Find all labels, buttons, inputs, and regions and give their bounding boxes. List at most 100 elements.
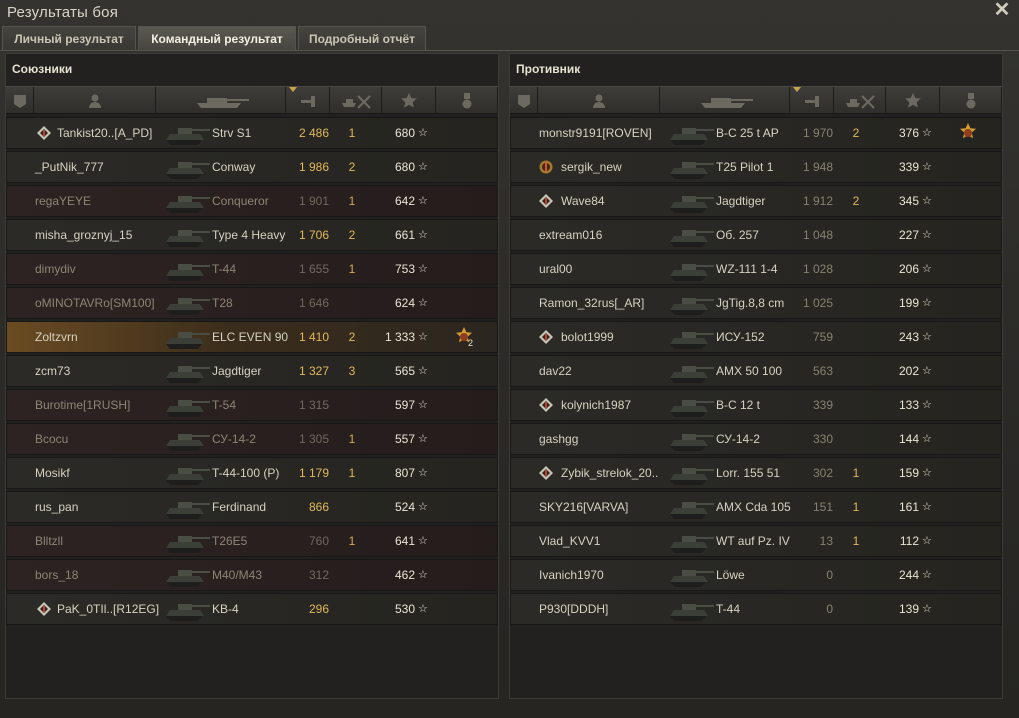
vehicle-name: СУ-14-2 [212,432,256,446]
player-row[interactable]: _PutNik_777 Conway 1 986 2 680 ☆ [6,151,498,183]
medal-column-header[interactable] [940,87,1002,114]
xp-value: 624 [394,296,415,310]
xp-value: 565 [394,364,415,378]
vehicle-name: СУ-14-2 [716,432,760,446]
tank-thumbnail-icon [666,220,716,250]
player-row[interactable]: dav22 AMX 50 100 563 202 ☆ [510,355,1002,387]
vehicle-name: Lorr. 155 51 [716,466,781,480]
player-row[interactable]: Wave84 Jagdtiger 1 912 2 345 ☆ [510,185,1002,217]
xp-star-column-header[interactable] [886,87,940,114]
platoon-badge-icon [37,126,51,140]
player-row[interactable]: Mosikf T-44-100 (P) 1 179 1 807 ☆ [6,457,498,489]
player-name: Bcocu [35,432,69,446]
player-row[interactable]: Zybik_strelok_20.. Lorr. 155 51 302 1 159 ☆ [510,457,1002,489]
vehicle-name: T-44 [716,602,741,616]
player-row[interactable]: P930[DDDH] T-44 0 139 ☆ [510,593,1002,625]
vehicle-name: JgTig.8,8 cm [716,296,785,310]
tab-team-result[interactable]: Командный результат [138,26,296,50]
tank-thumbnail-icon [162,594,212,624]
medal-column-header[interactable] [436,87,498,114]
player-row[interactable]: Vlad_KVV1 WT auf Pz. IV 13 1 112 ☆ [510,525,1002,557]
player-row[interactable]: ural00 WZ-111 1-4 1 028 206 ☆ [510,253,1002,285]
xp-value: 243 [898,330,919,344]
player-row[interactable]: Bcocu СУ-14-2 1 305 1 557 ☆ [6,423,498,455]
player-name: sergik_new [561,160,622,174]
player-row[interactable]: bolot1999 ИСУ-152 759 243 ☆ [510,321,1002,353]
tab-detailed-report[interactable]: Подробный отчёт [298,26,426,50]
player-row[interactable]: gashgg СУ-14-2 330 144 ☆ [510,423,1002,455]
kills-value: 2 [348,160,356,174]
xp-star-icon: ☆ [418,603,428,615]
player-row[interactable]: monstr9191[ROVEN] B-C 25 t AP 1 970 2 376 ☆ [510,117,1002,149]
damage-column-header[interactable] [790,87,834,114]
xp-value: 642 [394,194,415,208]
vehicle-name: T26E5 [212,534,248,548]
platoon-column-header[interactable] [6,87,34,114]
tank-thumbnail-icon [162,356,212,386]
damage-value: 1 948 [802,160,833,174]
kills-value: 1 [348,432,356,446]
player-column-header[interactable] [34,87,156,114]
kills-column-header[interactable] [330,87,382,114]
kills-column-header[interactable] [834,87,886,114]
platoon-column-header[interactable] [510,87,538,114]
xp-star-icon: ☆ [418,365,428,377]
xp-star-icon: ☆ [418,467,428,479]
kills-value: 1 [348,534,356,548]
tank-thumbnail-icon [162,492,212,522]
player-name: P930[DDDH] [539,602,609,616]
player-row[interactable]: oMINOTAVRo[SM100] T28 1 646 624 ☆ [6,287,498,319]
player-row[interactable]: regaYEYE Conqueror 1 901 1 642 ☆ [6,185,498,217]
xp-value: 161 [898,500,919,514]
player-row[interactable]: SKY216[VARVA] AMX Cda 105 151 1 161 ☆ [510,491,1002,523]
player-row[interactable]: Blltzll T26E5 760 1 641 ☆ [6,525,498,557]
platoon-badge-icon [539,466,553,480]
tab-personal-result[interactable]: Личный результат [2,26,136,50]
damage-icon [299,92,317,110]
damage-value: 1 970 [802,126,833,140]
player-row[interactable]: sergik_new T25 Pilot 1 1 948 339 ☆ [510,151,1002,183]
xp-star-icon: ☆ [418,263,428,275]
medal-icon[interactable] [957,118,983,148]
player-row[interactable]: Zoltzvrn ELC EVEN 90 1 410 2 1 333 ☆ 2 [6,321,498,353]
player-name: Wave84 [561,194,605,208]
xp-star-icon: ☆ [418,127,428,139]
xp-value: 159 [898,466,919,480]
tank-column-header[interactable] [156,87,286,114]
player-row[interactable]: PaK_0TIl..[R12EG] KB-4 296 530 ☆ [6,593,498,625]
damage-column-header[interactable] [286,87,330,114]
tank-column-header[interactable] [660,87,790,114]
vehicle-name: T-54 [212,398,237,412]
vehicle-name: Löwe [716,568,745,582]
platoon-badge-icon [539,330,553,344]
tank-thumbnail-icon [162,220,212,250]
player-row[interactable]: misha_groznyj_15 Type 4 Heavy 1 706 2 661 ☆ [6,219,498,251]
player-row[interactable]: bors_18 M40/M43 312 462 ☆ [6,559,498,591]
close-icon[interactable]: ✕ [993,0,1011,20]
player-row[interactable]: dimydiv T-44 1 655 1 753 ☆ [6,253,498,285]
player-row[interactable]: kolynich1987 B-C 12 t 339 133 ☆ [510,389,1002,421]
medal-icon[interactable]: 2 [453,322,479,352]
player-row[interactable]: Ivanich1970 Löwe 0 244 ☆ [510,559,1002,591]
xp-value: 112 [899,534,919,548]
player-row[interactable]: Tankist20..[A_PD] Strv S1 2 486 1 680 ☆ [6,117,498,149]
xp-value: 144 [898,432,919,446]
tank-thumbnail-icon [162,152,212,182]
xp-star-column-header[interactable] [382,87,436,114]
xp-star-icon: ☆ [922,161,932,173]
vehicle-name: WT auf Pz. IV [716,534,790,548]
player-row[interactable]: extream016 Об. 257 1 048 227 ☆ [510,219,1002,251]
player-column-header[interactable] [538,87,660,114]
xp-star-icon: ☆ [922,501,932,513]
sort-indicator [793,87,801,92]
player-row[interactable]: Burotime[1RUSH] T-54 1 315 597 ☆ [6,389,498,421]
kills-value: 1 [852,534,860,548]
player-row[interactable]: rus_pan Ferdinand 866 524 ☆ [6,491,498,523]
damage-value: 1 048 [802,228,833,242]
player-name: dav22 [539,364,572,378]
player-row[interactable]: Ramon_32rus[_AR] JgTig.8,8 cm 1 025 199 ☆ [510,287,1002,319]
tank-thumbnail-icon [162,458,212,488]
tank-thumbnail-icon [666,356,716,386]
player-row[interactable]: zcm73 Jagdtiger 1 327 3 565 ☆ [6,355,498,387]
player-name: bors_18 [35,568,79,582]
